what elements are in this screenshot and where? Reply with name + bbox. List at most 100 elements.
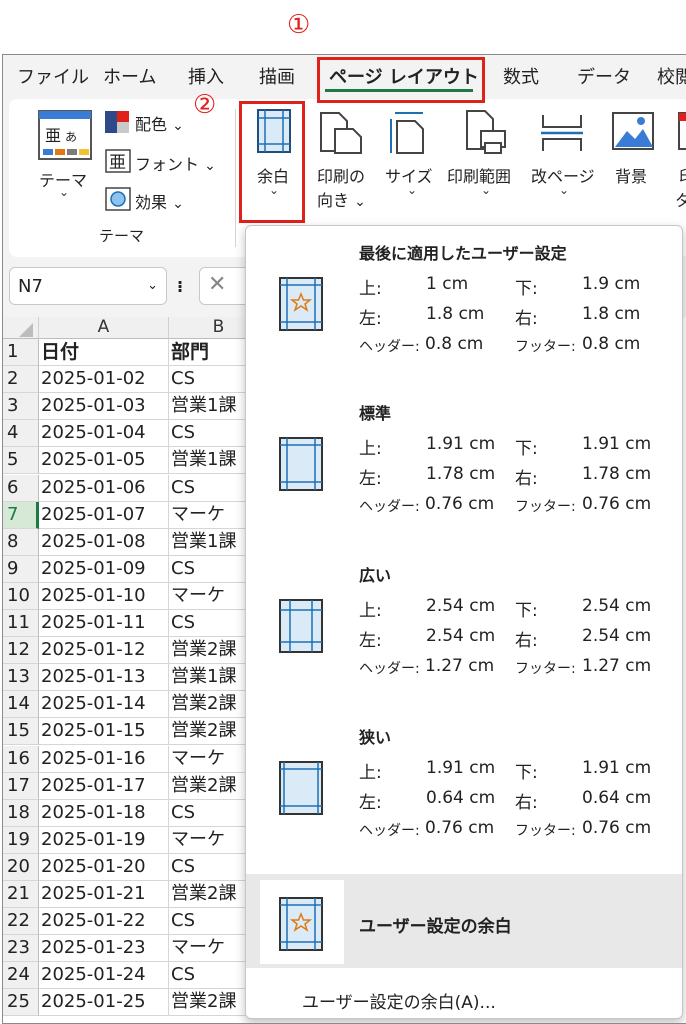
row-number[interactable]: 19: [3, 826, 39, 854]
chevron-down-icon[interactable]: ⌄: [147, 278, 158, 293]
margin-values-line: ヘッダー: 0.76 cm フッター: 0.76 cm: [359, 494, 679, 518]
date-cell[interactable]: 2025-01-07: [39, 501, 169, 529]
background-label[interactable]: 背景: [615, 163, 647, 187]
date-cell[interactable]: 2025-01-23: [39, 935, 169, 963]
date-cell[interactable]: 2025-01-24: [39, 962, 169, 990]
date-cell[interactable]: 2025-01-21: [39, 881, 169, 908]
background-icon[interactable]: [611, 111, 655, 155]
header-cell-date[interactable]: 日付: [39, 339, 169, 366]
date-cell[interactable]: 2025-01-15: [39, 718, 169, 746]
date-cell[interactable]: 2025-01-13: [39, 664, 169, 692]
row-number[interactable]: 22: [3, 908, 39, 936]
date-cell[interactable]: 2025-01-12: [39, 637, 169, 665]
print-titles-icon[interactable]: [677, 111, 686, 155]
custom-margins-icon-bg: [260, 880, 344, 964]
tab-formulas[interactable]: 数式: [503, 63, 539, 89]
themes-icon[interactable]: 亜 あ: [37, 109, 93, 165]
row-number[interactable]: 12: [3, 637, 39, 665]
tab-draw[interactable]: 描画: [259, 63, 295, 89]
name-box[interactable]: N7 ⌄: [9, 267, 167, 305]
row-number[interactable]: 23: [3, 935, 39, 963]
column-header-a[interactable]: A: [39, 317, 169, 339]
colors-button[interactable]: 配色 ⌄: [135, 111, 184, 135]
date-cell[interactable]: 2025-01-14: [39, 691, 169, 719]
select-all-corner[interactable]: [3, 317, 39, 339]
row-number[interactable]: 21: [3, 881, 39, 908]
margin-preset-item[interactable]: 標準 上: 1.91 cm 下: 1.91 cm 左: 1.78 cm 右: 1.78 cm ヘッ…: [246, 400, 684, 550]
custom-margins-item[interactable]: ユーザー設定の余白: [246, 874, 682, 968]
row-number[interactable]: 8: [3, 528, 39, 556]
margin-preset-item[interactable]: 最後に適用したユーザー設定 上: 1 cm 下: 1.9 cm 左: 1.8 cm 右: 1.8…: [246, 240, 684, 390]
print-area-label[interactable]: 印刷範囲: [447, 163, 511, 187]
row-number[interactable]: 6: [3, 474, 39, 502]
excel-window: ファイル ホーム 挿入 描画 ページ レイアウト 数式 データ 校閲 亜 あ: [2, 54, 686, 1024]
breaks-icon[interactable]: [539, 113, 585, 157]
margin-label: 右:: [515, 793, 538, 813]
date-cell[interactable]: 2025-01-03: [39, 393, 169, 421]
margin-label: 下:: [515, 279, 538, 299]
row-number[interactable]: 17: [3, 772, 39, 800]
margin-values-line: 上: 1 cm 下: 1.9 cm: [359, 274, 679, 299]
tab-data[interactable]: データ: [577, 63, 631, 89]
row-number[interactable]: 18: [3, 799, 39, 827]
row-number[interactable]: 14: [3, 691, 39, 719]
fonts-button[interactable]: フォント ⌄: [135, 151, 216, 175]
margin-label: ヘッダー:: [359, 661, 420, 677]
custom-margins-link[interactable]: ユーザー設定の余白(A)...: [302, 988, 496, 1013]
row-number[interactable]: 1: [3, 339, 39, 366]
margin-value: 0.76 cm: [582, 494, 652, 514]
date-cell[interactable]: 2025-01-10: [39, 582, 169, 610]
date-cell[interactable]: 2025-01-04: [39, 420, 169, 448]
preset-title: 最後に適用したユーザー設定: [359, 244, 567, 263]
row-number[interactable]: 9: [3, 555, 39, 583]
date-cell[interactable]: 2025-01-05: [39, 447, 169, 475]
cancel-icon[interactable]: ✕: [208, 272, 226, 297]
row-number[interactable]: 3: [3, 393, 39, 421]
date-cell[interactable]: 2025-01-25: [39, 989, 169, 1017]
date-cell[interactable]: 2025-01-02: [39, 366, 169, 394]
date-cell[interactable]: 2025-01-17: [39, 772, 169, 800]
print-titles-label-1[interactable]: 印: [679, 163, 686, 187]
row-number[interactable]: 7: [3, 501, 39, 529]
more-options-icon[interactable]: ⁝: [177, 277, 183, 296]
orientation-icon[interactable]: [319, 111, 365, 159]
row-number[interactable]: 25: [3, 989, 39, 1017]
date-cell[interactable]: 2025-01-18: [39, 799, 169, 827]
date-cell[interactable]: 2025-01-11: [39, 610, 169, 637]
row-number[interactable]: 15: [3, 718, 39, 746]
tab-file[interactable]: ファイル: [17, 63, 89, 89]
date-cell[interactable]: 2025-01-20: [39, 853, 169, 881]
row-number[interactable]: 20: [3, 853, 39, 881]
orientation-label-2-text: 向き: [317, 191, 350, 210]
date-cell[interactable]: 2025-01-08: [39, 528, 169, 556]
date-cell[interactable]: 2025-01-09: [39, 555, 169, 583]
date-cell[interactable]: 2025-01-16: [39, 745, 169, 773]
tab-insert[interactable]: 挿入: [188, 63, 224, 89]
margin-label: 下:: [515, 601, 538, 621]
orientation-label-2[interactable]: 向き ⌄: [317, 187, 366, 211]
row-number[interactable]: 5: [3, 447, 39, 475]
date-cell[interactable]: 2025-01-22: [39, 908, 169, 936]
print-titles-label-2[interactable]: タ: [675, 187, 686, 211]
row-number[interactable]: 13: [3, 664, 39, 692]
date-cell[interactable]: 2025-01-19: [39, 826, 169, 854]
margin-value: 0.76 cm: [582, 818, 652, 838]
margin-preset-item[interactable]: 狭い 上: 1.91 cm 下: 1.91 cm 左: 0.64 cm 右: 0.64 cm ヘッ…: [246, 724, 684, 874]
size-icon[interactable]: [387, 109, 427, 159]
margin-preset-item[interactable]: 広い 上: 2.54 cm 下: 2.54 cm 左: 2.54 cm 右: 2.54 cm ヘッ…: [246, 562, 684, 712]
orientation-label-1[interactable]: 印刷の: [317, 163, 365, 187]
preset-title: 狭い: [359, 728, 392, 747]
row-number[interactable]: 4: [3, 420, 39, 448]
tab-home[interactable]: ホーム: [103, 63, 156, 89]
margin-label: 右:: [515, 469, 538, 489]
print-area-icon[interactable]: [465, 109, 509, 159]
tab-review[interactable]: 校閲: [657, 63, 686, 89]
row-number[interactable]: 16: [3, 745, 39, 773]
date-cell[interactable]: 2025-01-06: [39, 474, 169, 502]
margin-values-line: 上: 1.91 cm 下: 1.91 cm: [359, 758, 679, 783]
row-number[interactable]: 11: [3, 610, 39, 637]
row-number[interactable]: 24: [3, 962, 39, 990]
row-number[interactable]: 10: [3, 582, 39, 610]
effects-button[interactable]: 効果 ⌄: [135, 189, 184, 213]
row-number[interactable]: 2: [3, 366, 39, 394]
